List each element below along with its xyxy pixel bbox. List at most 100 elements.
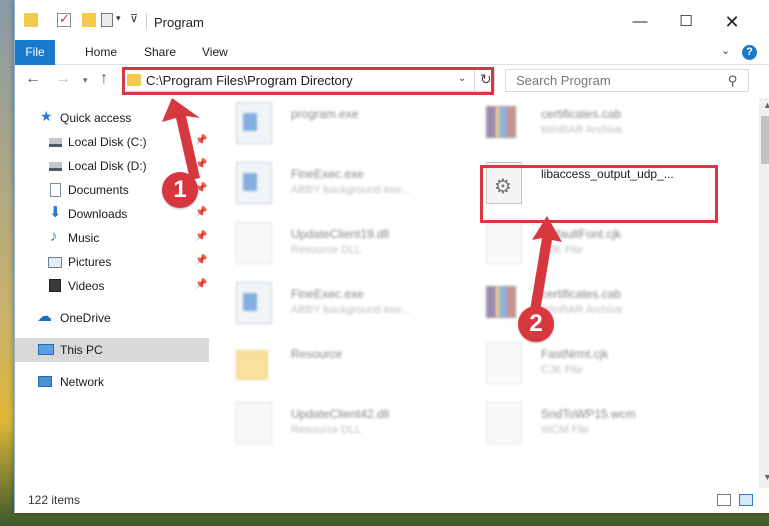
exe-icon	[236, 102, 272, 144]
window-title: Program	[154, 15, 204, 30]
new-folder-icon[interactable]	[82, 13, 96, 27]
network-icon	[38, 376, 52, 387]
up-arrow-icon[interactable]: ↑	[100, 70, 108, 88]
file-item[interactable]: Resource	[211, 338, 461, 394]
gear-icon: ⚙	[494, 176, 512, 198]
address-path[interactable]: C:\Program Files\Program Directory	[146, 73, 353, 88]
tab-file[interactable]: File	[15, 40, 55, 65]
details-view-icon[interactable]	[717, 494, 731, 506]
drive-icon	[49, 162, 62, 171]
sidebar-item-label: OneDrive	[60, 311, 111, 325]
address-history-chevron-icon[interactable]: ⌄	[458, 73, 466, 84]
dll-gear-icon: ⚙	[486, 162, 522, 204]
computer-icon	[38, 344, 54, 355]
file-name: Resource	[291, 347, 343, 361]
file-item[interactable]: SndToWP15.wcm WCM File	[461, 398, 711, 454]
music-icon: ♪	[50, 228, 58, 245]
scroll-up-icon[interactable]: ▲	[763, 100, 769, 110]
maximize-button[interactable]: ☐	[663, 0, 709, 40]
scrollbar-thumb[interactable]	[761, 116, 769, 164]
file-item[interactable]: FineExec.exe ABBY background exe...	[211, 158, 461, 214]
search-placeholder: Search Program	[516, 73, 611, 88]
customize-toolbar-icon[interactable]: ⊽	[130, 12, 138, 25]
file-type: ABBY background exe...	[291, 304, 411, 316]
sidebar-item-music[interactable]: ♪ Music 📌	[15, 226, 209, 250]
sidebar-item-label: Quick access	[60, 111, 132, 125]
sidebar-item-pictures[interactable]: Pictures 📌	[15, 250, 209, 274]
pin-icon[interactable]: 📌	[195, 255, 207, 266]
pin-icon[interactable]: 📌	[195, 135, 207, 146]
callout-marker-1: 1	[162, 172, 198, 208]
file-list: program.exe certificates.cab WinRAR Arch…	[211, 98, 751, 478]
pin-icon[interactable]: 📌	[195, 207, 207, 218]
file-name: FastNrmt.cjk	[541, 347, 609, 361]
file-item[interactable]: UpdateClient19.dll Resource DLL	[211, 218, 461, 274]
videos-icon	[49, 279, 61, 292]
dll-icon	[236, 222, 272, 264]
file-name: certificates.cab	[541, 107, 622, 121]
address-bar[interactable]: C:\Program Files\Program Directory ⌄ ↻	[123, 69, 495, 92]
file-name: libaccess_output_udp_...	[541, 167, 674, 181]
file-item[interactable]: FineExec.exe ABBY background exe...	[211, 278, 461, 334]
scroll-down-icon[interactable]: ▼	[763, 472, 769, 482]
file-icon	[486, 222, 522, 264]
sidebar-item-quick-access[interactable]: ★ Quick access	[15, 106, 209, 130]
file-item[interactable]: certificates.cab WinRAR Archive	[461, 98, 711, 154]
ribbon-tabs: File Home Share View ⌄ ?	[15, 40, 769, 65]
help-icon[interactable]: ?	[742, 45, 757, 60]
file-item[interactable]: certificates.cab WinRAR Archive	[461, 278, 711, 334]
sidebar-item-videos[interactable]: Videos 📌	[15, 274, 209, 298]
file-type: WinRAR Archive	[541, 304, 623, 316]
tab-home[interactable]: Home	[85, 40, 117, 65]
file-name: FineExec.exe	[291, 167, 364, 181]
pin-icon[interactable]: 📌	[195, 231, 207, 242]
archive-icon	[486, 106, 516, 138]
search-icon[interactable]: ⚲	[728, 73, 738, 89]
file-type: ABBY background exe...	[291, 184, 411, 196]
sidebar-item-label: Documents	[68, 183, 129, 197]
file-icon	[486, 342, 522, 384]
sidebar-item-this-pc[interactable]: This PC	[15, 338, 209, 362]
forward-arrow-icon[interactable]: →	[55, 70, 71, 88]
refresh-icon[interactable]: ↻	[480, 71, 492, 88]
file-explorer-window: ▾ ⊽ Program — ☐ ✕ File Home Share View ⌄…	[14, 0, 769, 513]
expand-ribbon-icon[interactable]: ⌄	[721, 44, 730, 57]
exe-icon	[236, 162, 272, 204]
recent-locations-icon[interactable]: ▾	[83, 75, 88, 86]
file-type: CJK File	[541, 364, 583, 376]
file-name: SndToWP15.wcm	[541, 407, 636, 421]
pin-icon[interactable]: 📌	[195, 279, 207, 290]
close-button[interactable]: ✕	[709, 0, 755, 40]
sidebar-item-network[interactable]: Network	[15, 370, 209, 394]
file-item[interactable]: program.exe	[211, 98, 461, 154]
tab-share[interactable]: Share	[144, 40, 176, 65]
sidebar-item-onedrive[interactable]: ☁ OneDrive	[15, 306, 209, 330]
file-type: Resource DLL	[291, 244, 362, 256]
file-item-highlighted[interactable]: ⚙ libaccess_output_udp_...	[461, 158, 711, 214]
back-arrow-icon[interactable]: ←	[25, 70, 41, 88]
navigation-bar: ← → ▾ ↑ C:\Program Files\Program Directo…	[15, 65, 769, 97]
file-item[interactable]: DefaultFont.cjk CJK File	[461, 218, 711, 274]
callout-marker-2: 2	[518, 306, 554, 342]
exe-icon	[236, 282, 272, 324]
search-input[interactable]: Search Program ⚲	[505, 69, 749, 92]
pin-icon[interactable]: 📌	[195, 159, 207, 170]
large-icons-view-icon[interactable]	[739, 494, 753, 506]
properties-check-icon[interactable]	[57, 11, 71, 27]
item-count: 122 items	[28, 493, 81, 507]
file-name: DefaultFont.cjk	[541, 227, 622, 241]
file-item[interactable]: UpdateClient42.dll Resource DLL	[211, 398, 461, 454]
drive-icon	[49, 138, 62, 147]
file-item[interactable]: FastNrmt.cjk CJK File	[461, 338, 711, 394]
file-type: WinRAR Archive	[541, 124, 623, 136]
file-name: FineExec.exe	[291, 287, 364, 301]
quick-access-toolbar-icon[interactable]	[101, 13, 113, 27]
minimize-button[interactable]: —	[617, 0, 663, 40]
vertical-scrollbar[interactable]: ▲ ▼	[759, 98, 769, 488]
title-divider	[146, 13, 147, 29]
sidebar-item-label: Videos	[68, 279, 105, 293]
sidebar-item-local-disk-c[interactable]: Local Disk (C:) 📌	[15, 130, 209, 154]
pictures-icon	[48, 257, 62, 268]
tab-view[interactable]: View	[202, 40, 228, 65]
chevron-down-icon[interactable]: ▾	[116, 13, 121, 24]
